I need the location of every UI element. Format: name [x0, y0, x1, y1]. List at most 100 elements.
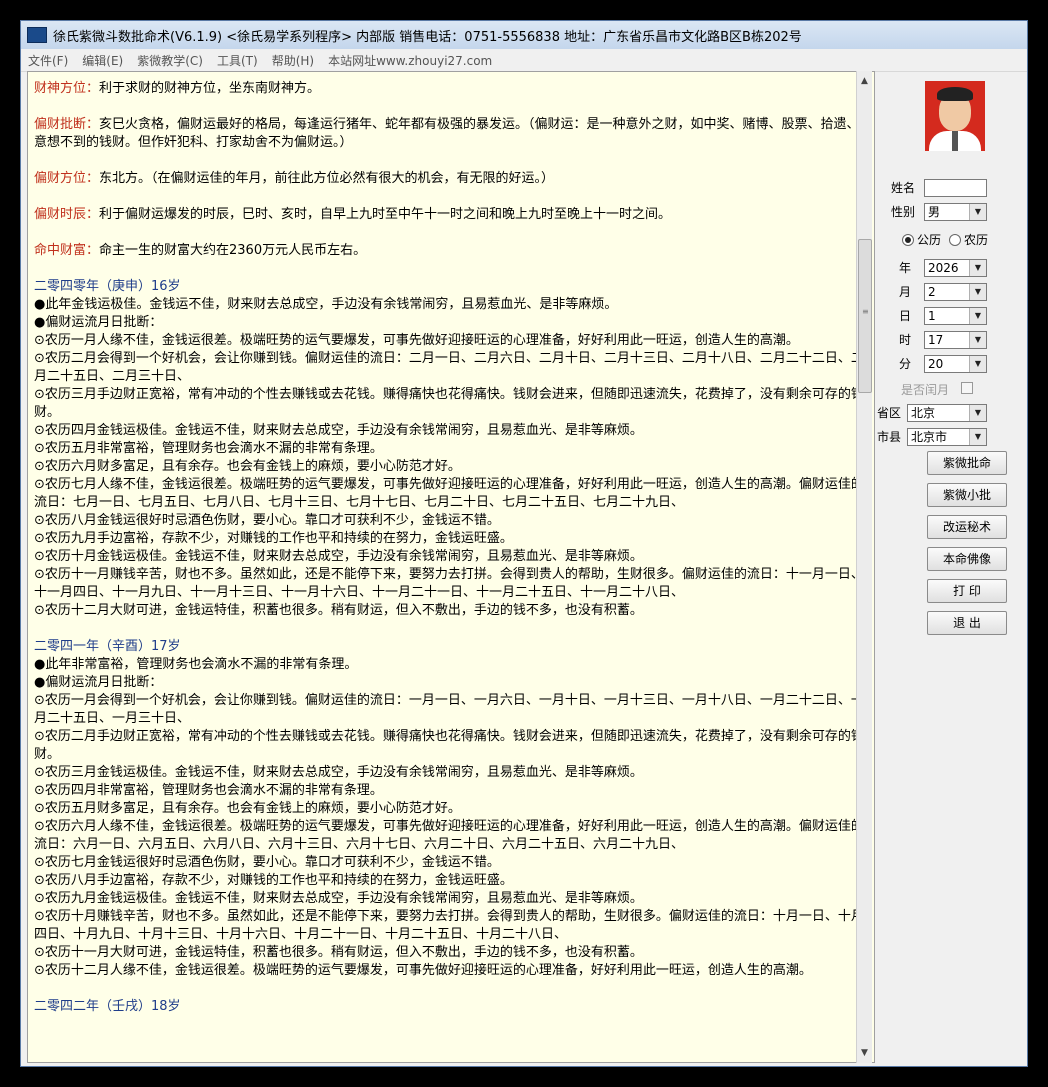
hour-select[interactable]: 17 ▼ — [924, 331, 987, 349]
grip-icon: ≡ — [862, 307, 869, 316]
minute-value: 20 — [928, 357, 944, 371]
gender-value: 男 — [928, 205, 941, 219]
summary-text: 东北方。（在偏财运佳的年月，前往此方位必然有很大的机会，有无限的好运。） — [99, 171, 555, 186]
input-panel: 姓名 性别 男 ▼ 公历 农历 年 2026 ▼ 月 2 ▼ 日 1 ▼ 时 1… — [877, 71, 1027, 1063]
report-line: ⊙农历二月会得到一个好机会，会让你赚到钱。偏财运佳的流日：二月一日、二月六日、二… — [34, 351, 864, 384]
hour-label: 时 — [899, 333, 912, 347]
year-heading: 二零四一年（辛酉）17岁 — [34, 639, 181, 654]
lunar-radio[interactable] — [949, 233, 962, 246]
ziwei-brief-button[interactable]: 紫微小批 — [927, 483, 1007, 507]
title-bar[interactable]: 徐氏紫微斗数批命术(V6.1.9) <徐氏易学系列程序> 内部版 销售电话：07… — [21, 21, 1027, 50]
summary-label: 财神方位： — [34, 81, 100, 96]
chevron-down-icon[interactable]: ▼ — [969, 332, 986, 348]
report-line: ⊙农历四月非常富裕，管理财务也会滴水不漏的非常有条理。 — [34, 783, 383, 798]
report-line: ⊙农历五月非常富裕，管理财务也会滴水不漏的非常有条理。 — [34, 441, 383, 456]
gender-select[interactable]: 男 ▼ — [924, 203, 987, 221]
year-heading: 二零四零年（庚申）16岁 — [34, 279, 181, 294]
app-icon — [27, 27, 47, 43]
vertical-scrollbar[interactable]: ▲ ≡ ▼ — [856, 71, 872, 1063]
solar-radio[interactable] — [902, 233, 914, 246]
day-select[interactable]: 1 ▼ — [924, 307, 987, 325]
menu-edit[interactable]: 编辑(E) — [75, 52, 130, 69]
report-line: ⊙农历六月财多富足，且有余存。也会有金钱上的麻烦，要小心防范才好。 — [34, 459, 461, 474]
month-value: 2 — [928, 285, 936, 299]
chevron-down-icon[interactable]: ▼ — [969, 260, 986, 276]
report-line: ⊙农历十月赚钱辛苦，财也不多。虽然如此，还是不能停下来，要努力去打拼。会得到贵人… — [34, 909, 864, 942]
city-label: 市县 — [877, 430, 902, 444]
leap-month-checkbox[interactable] — [961, 382, 973, 394]
summary-line: 命中财富：命主一生的财富大约在2360万元人民币左右。 — [34, 242, 868, 260]
year-select[interactable]: 2026 ▼ — [924, 259, 987, 277]
report-line: ⊙农历五月财多富足，且有余存。也会有金钱上的麻烦，要小心防范才好。 — [34, 801, 461, 816]
gender-label: 性别 — [891, 205, 916, 219]
province-value: 北京 — [911, 406, 936, 420]
scroll-down-arrow-icon[interactable]: ▼ — [857, 1045, 872, 1061]
report-line: ⊙农历九月金钱运极佳。金钱运不佳，财来财去总成空，手边没有余钱常闹穷，且易惹血光… — [34, 891, 643, 906]
report-line: ⊙农历十二月大财可进，金钱运特佳，积蓄也很多。稍有财运，但入不敷出，手边的钱不多… — [34, 603, 643, 618]
report-line: ●此年金钱运极佳。金钱运不佳，财来财去总成空，手边没有余钱常闹穷，且易惹血光、是… — [34, 297, 618, 312]
city-value: 北京市 — [911, 430, 948, 444]
summary-text: 命主一生的财富大约在2360万元人民币左右。 — [99, 243, 367, 258]
report-line: ⊙农历三月手边财正宽裕，常有冲动的个性去赚钱或去花钱。赚得痛快也花得痛快。钱财会… — [34, 387, 864, 420]
chevron-down-icon[interactable]: ▼ — [969, 356, 986, 372]
year-value: 2026 — [928, 261, 959, 275]
report-line: ⊙农历十一月大财可进，金钱运特佳，积蓄也很多。稍有财运，但入不敷出，手边的钱不多… — [34, 945, 643, 960]
ziwei-reading-button[interactable]: 紫微批命 — [927, 451, 1007, 475]
day-value: 1 — [928, 309, 936, 323]
report-line: ●此年非常富裕，管理财务也会滴水不漏的非常有条理。 — [34, 657, 358, 672]
summary-text: 利于求财的财神方位，坐东南财神方。 — [99, 81, 321, 96]
report-line: ●偏财运流月日批断： — [34, 675, 163, 690]
name-input[interactable] — [924, 179, 987, 197]
menu-website[interactable]: 本站网址www.zhouyi27.com — [321, 52, 499, 69]
menu-teaching[interactable]: 紫微教学(C) — [130, 52, 210, 69]
report-line: ●偏财运流月日批断： — [34, 315, 163, 330]
hour-value: 17 — [928, 333, 944, 347]
summary-text: 亥巳火贪格，偏财运最好的格局，每逢运行猪年、蛇年都有极强的暴发运。（偏财运：是一… — [34, 117, 860, 150]
month-select[interactable]: 2 ▼ — [924, 283, 987, 301]
minute-select[interactable]: 20 ▼ — [924, 355, 987, 373]
summary-label: 偏财时辰： — [34, 207, 100, 222]
buddha-image-button[interactable]: 本命佛像 — [927, 547, 1007, 571]
report-line: ⊙农历八月金钱运很好时忌酒色伤财，要小心。靠口才可获利不少，金钱运不错。 — [34, 513, 500, 528]
summary-line: 偏财批断：亥巳火贪格，偏财运最好的格局，每逢运行猪年、蛇年都有极强的暴发运。（偏… — [34, 116, 868, 152]
minute-label: 分 — [899, 357, 912, 371]
month-label: 月 — [899, 285, 912, 299]
exit-button[interactable]: 退 出 — [927, 611, 1007, 635]
chevron-down-icon[interactable]: ▼ — [969, 308, 986, 324]
report-text-area[interactable]: 财神方位：利于求财的财神方位，坐东南财神方。偏财批断：亥巳火贪格，偏财运最好的格… — [27, 71, 875, 1063]
window-title: 徐氏紫微斗数批命术(V6.1.9) <徐氏易学系列程序> 内部版 销售电话：07… — [53, 29, 802, 45]
summary-line: 偏财方位：东北方。（在偏财运佳的年月，前往此方位必然有很大的机会，有无限的好运。… — [34, 170, 868, 188]
name-label: 姓名 — [891, 181, 916, 195]
menu-help[interactable]: 帮助(H) — [265, 52, 321, 69]
chevron-down-icon[interactable]: ▼ — [969, 405, 986, 421]
report-line: ⊙农历十月金钱运极佳。金钱运不佳，财来财去总成空，手边没有余钱常闹穷，且易惹血光… — [34, 549, 643, 564]
lunar-label: 农历 — [964, 233, 989, 247]
summary-label: 偏财方位： — [34, 171, 100, 186]
solar-label: 公历 — [917, 233, 942, 247]
province-label: 省区 — [877, 406, 902, 420]
chevron-down-icon[interactable]: ▼ — [969, 204, 986, 220]
menu-file[interactable]: 文件(F) — [21, 52, 75, 69]
report-line: ⊙农历二月手边财正宽裕，常有冲动的个性去赚钱或去花钱。赚得痛快也花得痛快。钱财会… — [34, 729, 864, 762]
report-line: ⊙农历十一月赚钱辛苦，财也不多。虽然如此，还是不能停下来，要努力去打拼。会得到贵… — [34, 567, 864, 600]
report-line: ⊙农历七月人缘不佳，金钱运很差。极端旺势的运气要爆发，可事先做好迎接旺运的心理准… — [34, 477, 864, 510]
chevron-down-icon[interactable]: ▼ — [969, 429, 986, 445]
scrollbar-thumb[interactable]: ≡ — [858, 239, 872, 393]
report-line: ⊙农历一月会得到一个好机会，会让你赚到钱。偏财运佳的流日：一月一日、一月六日、一… — [34, 693, 864, 726]
menu-tools[interactable]: 工具(T) — [210, 52, 265, 69]
report-line: ⊙农历九月手边富裕，存款不少，对赚钱的工作也平和持续的在努力，金钱运旺盛。 — [34, 531, 513, 546]
calendar-type-group: 公历 农历 — [902, 231, 988, 248]
report-line: ⊙农历四月金钱运极佳。金钱运不佳，财来财去总成空，手边没有余钱常闹穷，且易惹血光… — [34, 423, 643, 438]
report-line: ⊙农历六月人缘不佳，金钱运很差。极端旺势的运气要爆发，可事先做好迎接旺运的心理准… — [34, 819, 864, 852]
scroll-up-arrow-icon[interactable]: ▲ — [857, 73, 872, 89]
day-label: 日 — [899, 309, 912, 323]
print-button[interactable]: 打 印 — [927, 579, 1007, 603]
summary-line: 偏财时辰：利于偏财运爆发的时辰，巳时、亥时，自早上九时至中午十一时之间和晚上九时… — [34, 206, 868, 224]
app-window: 徐氏紫微斗数批命术(V6.1.9) <徐氏易学系列程序> 内部版 销售电话：07… — [20, 20, 1028, 1067]
fortune-change-button[interactable]: 改运秘术 — [927, 515, 1007, 539]
city-select[interactable]: 北京市 ▼ — [907, 428, 987, 446]
report-line: ⊙农历七月金钱运很好时忌酒色伤财，要小心。靠口才可获利不少，金钱运不错。 — [34, 855, 500, 870]
province-select[interactable]: 北京 ▼ — [907, 404, 987, 422]
chevron-down-icon[interactable]: ▼ — [969, 284, 986, 300]
report-line: ⊙农历十二月人缘不佳，金钱运很差。极端旺势的运气要爆发，可事先做好迎接旺运的心理… — [34, 963, 812, 978]
